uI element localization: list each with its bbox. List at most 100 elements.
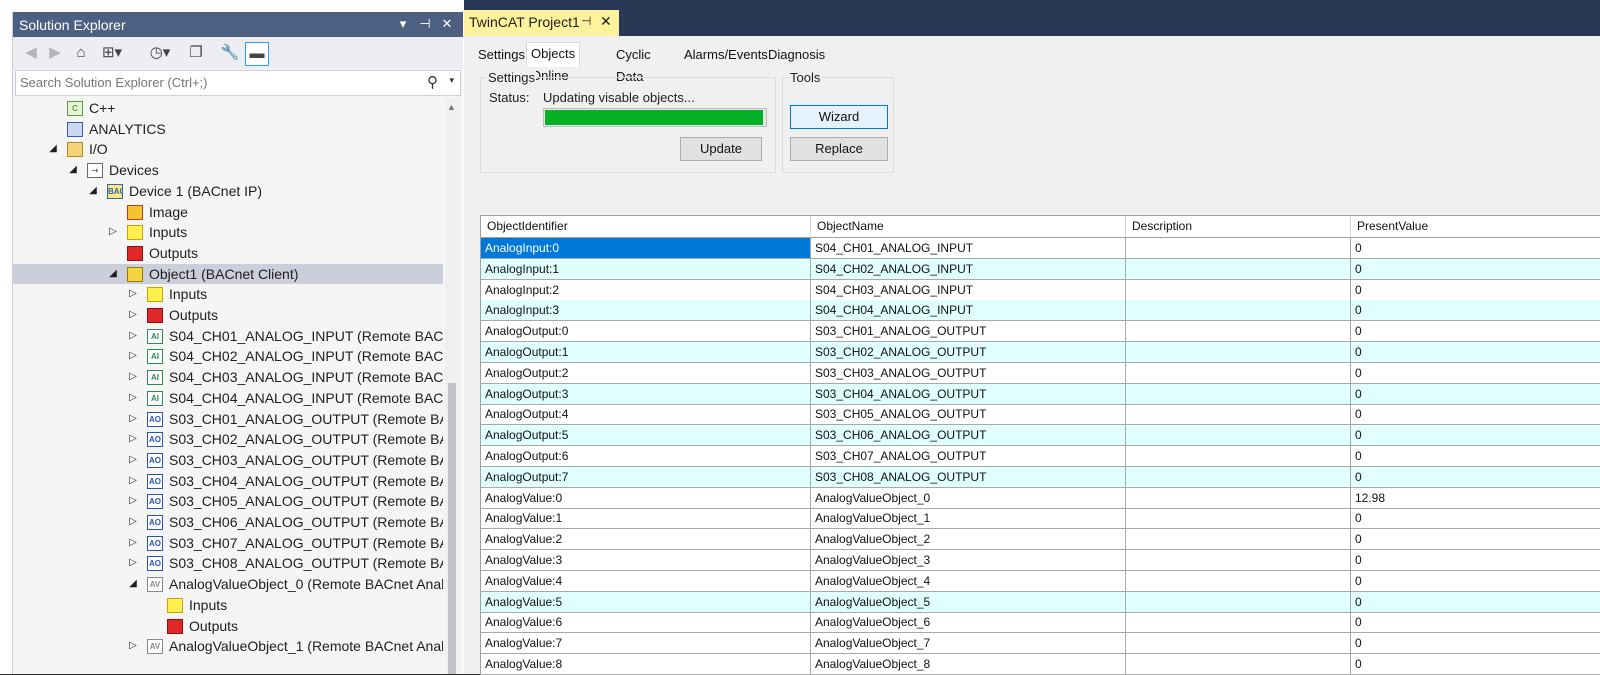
cell-objectname[interactable]: AnalogValueObject_8 (811, 654, 1126, 675)
cell-presentvalue[interactable]: 0 (1351, 633, 1600, 654)
tree-node[interactable]: ANALYTICS (13, 119, 443, 139)
tree-node[interactable]: ◢BACDevice 1 (BACnet IP) (13, 181, 443, 201)
back-arrow-icon[interactable]: ◀ (21, 42, 41, 64)
cell-presentvalue[interactable]: 0 (1351, 280, 1600, 301)
cell-objectidentifier[interactable]: AnalogValue:8 (481, 654, 811, 675)
tree-vertical-scrollbar[interactable]: ▲ (445, 98, 459, 674)
preview-selected-items-icon[interactable]: ▬ (245, 42, 269, 66)
cell-objectidentifier[interactable]: AnalogValue:6 (481, 612, 811, 633)
cell-objectname[interactable]: S03_CH06_ANALOG_OUTPUT (811, 425, 1126, 446)
cell-description[interactable] (1126, 321, 1351, 342)
cell-objectidentifier[interactable]: AnalogOutput:6 (481, 446, 811, 467)
cell-objectidentifier[interactable]: AnalogOutput:2 (481, 363, 811, 384)
cell-objectname[interactable]: S03_CH05_ANALOG_OUTPUT (811, 404, 1126, 425)
tree-node[interactable]: ▷AOS03_CH06_ANALOG_OUTPUT (Remote BACne (13, 512, 443, 532)
cell-presentvalue[interactable]: 0 (1351, 467, 1600, 488)
tab-diagnosis[interactable]: Diagnosis (764, 44, 829, 66)
tree-node[interactable]: ▷AIS04_CH02_ANALOG_INPUT (Remote BACnet … (13, 346, 443, 366)
cell-objectidentifier[interactable]: AnalogValue:1 (481, 508, 811, 529)
expand-arrow-icon[interactable]: ▷ (127, 491, 139, 511)
table-row[interactable]: AnalogOutput:4S03_CH05_ANALOG_OUTPUT0 (481, 404, 1600, 425)
replace-button[interactable]: Replace (790, 137, 888, 161)
search-icon[interactable]: ⚲ (427, 73, 438, 91)
pin-tab-icon[interactable]: ⊣ (581, 14, 591, 28)
expand-arrow-icon[interactable]: ▷ (127, 429, 139, 449)
cell-presentvalue[interactable]: 0 (1351, 300, 1600, 321)
table-row[interactable]: AnalogOutput:0S03_CH01_ANALOG_OUTPUT0 (481, 321, 1600, 342)
cell-description[interactable] (1126, 654, 1351, 675)
cell-objectname[interactable]: AnalogValueObject_1 (811, 508, 1126, 529)
cell-presentvalue[interactable]: 0 (1351, 571, 1600, 592)
cell-description[interactable] (1126, 404, 1351, 425)
column-header-objectname[interactable]: ObjectName (811, 216, 1126, 237)
wizard-button[interactable]: Wizard (790, 105, 888, 129)
cell-description[interactable] (1126, 529, 1351, 550)
cell-presentvalue[interactable]: 0 (1351, 508, 1600, 529)
tab-settings[interactable]: Settings (474, 44, 529, 66)
cell-objectname[interactable]: AnalogValueObject_5 (811, 592, 1126, 613)
window-position-dropdown-icon[interactable]: ▾ (395, 16, 411, 32)
cell-description[interactable] (1126, 300, 1351, 321)
table-row[interactable]: AnalogInput:3S04_CH04_ANALOG_INPUT0 (481, 300, 1600, 321)
tree-node[interactable]: ◢Object1 (BACnet Client) (13, 264, 443, 284)
cell-presentvalue[interactable]: 0 (1351, 654, 1600, 675)
forward-arrow-icon[interactable]: ▶ (45, 42, 65, 64)
cell-description[interactable] (1126, 508, 1351, 529)
cell-objectname[interactable]: AnalogValueObject_3 (811, 550, 1126, 571)
table-row[interactable]: AnalogValue:0AnalogValueObject_012.98 (481, 488, 1600, 509)
cell-objectidentifier[interactable]: AnalogInput:0 (481, 238, 811, 259)
tab-objects-online[interactable]: Objects Online (526, 42, 580, 67)
expand-arrow-icon[interactable]: ▷ (127, 305, 139, 325)
close-tab-icon[interactable]: ✕ (600, 13, 612, 30)
expand-arrow-icon[interactable]: ▷ (127, 388, 139, 408)
expand-arrow-icon[interactable]: ▷ (127, 450, 139, 470)
cell-presentvalue[interactable]: 0 (1351, 529, 1600, 550)
expand-arrow-icon[interactable]: ▷ (127, 284, 139, 304)
expand-arrow-icon[interactable]: ▷ (127, 409, 139, 429)
table-row[interactable]: AnalogOutput:7S03_CH08_ANALOG_OUTPUT0 (481, 467, 1600, 488)
cell-description[interactable] (1126, 488, 1351, 509)
expand-arrow-icon[interactable]: ▷ (127, 553, 139, 573)
column-header-description[interactable]: Description (1126, 216, 1351, 237)
cell-objectname[interactable]: S04_CH03_ANALOG_INPUT (811, 280, 1126, 301)
table-row[interactable]: AnalogOutput:6S03_CH07_ANALOG_OUTPUT0 (481, 446, 1600, 467)
cell-objectidentifier[interactable]: AnalogOutput:5 (481, 425, 811, 446)
table-row[interactable]: AnalogOutput:5S03_CH06_ANALOG_OUTPUT0 (481, 425, 1600, 446)
cell-presentvalue[interactable]: 0 (1351, 321, 1600, 342)
cell-objectidentifier[interactable]: AnalogValue:0 (481, 488, 811, 509)
cell-objectname[interactable]: AnalogValueObject_0 (811, 488, 1126, 509)
cell-objectname[interactable]: S03_CH07_ANALOG_OUTPUT (811, 446, 1126, 467)
collapse-arrow-icon[interactable]: ◢ (87, 181, 99, 201)
close-icon[interactable]: ✕ (439, 16, 455, 32)
tree-node[interactable]: ▷AIS04_CH03_ANALOG_INPUT (Remote BACnet … (13, 367, 443, 387)
cell-presentvalue[interactable]: 0 (1351, 363, 1600, 384)
cell-objectidentifier[interactable]: AnalogValue:4 (481, 571, 811, 592)
tree-node[interactable]: ▷AOS03_CH08_ANALOG_OUTPUT (Remote BACne (13, 553, 443, 573)
cell-objectname[interactable]: S03_CH02_ANALOG_OUTPUT (811, 342, 1126, 363)
scroll-up-icon[interactable]: ▲ (447, 102, 456, 112)
cell-presentvalue[interactable]: 0 (1351, 612, 1600, 633)
document-tab-twincat-project1[interactable]: TwinCAT Project1 ⊣ ✕ (464, 10, 619, 36)
tree-node[interactable]: Image (13, 202, 443, 222)
cell-description[interactable] (1126, 280, 1351, 301)
expand-arrow-icon[interactable]: ▷ (127, 326, 139, 346)
expand-arrow-icon[interactable]: ▷ (127, 471, 139, 491)
table-row[interactable]: AnalogOutput:2S03_CH03_ANALOG_OUTPUT0 (481, 363, 1600, 384)
table-row[interactable]: AnalogValue:7AnalogValueObject_70 (481, 633, 1600, 654)
table-row[interactable]: AnalogValue:3AnalogValueObject_30 (481, 550, 1600, 571)
expand-arrow-icon[interactable]: ▷ (127, 533, 139, 553)
expand-arrow-icon[interactable]: ▷ (127, 512, 139, 532)
cell-presentvalue[interactable]: 0 (1351, 592, 1600, 613)
tree-node[interactable]: Outputs (13, 616, 443, 636)
tree-node[interactable]: ▷AIS04_CH04_ANALOG_INPUT (Remote BACnet … (13, 388, 443, 408)
tree-node[interactable]: ▷AOS03_CH04_ANALOG_OUTPUT (Remote BACne (13, 471, 443, 491)
scrollbar-thumb[interactable] (448, 383, 456, 674)
cell-presentvalue[interactable]: 0 (1351, 384, 1600, 405)
tree-node[interactable]: ◢I/O (13, 139, 443, 159)
cell-objectidentifier[interactable]: AnalogValue:5 (481, 592, 811, 613)
cell-objectname[interactable]: AnalogValueObject_2 (811, 529, 1126, 550)
cell-description[interactable] (1126, 363, 1351, 384)
cell-objectname[interactable]: AnalogValueObject_7 (811, 633, 1126, 654)
search-options-dropdown-icon[interactable]: ▾ (449, 75, 454, 86)
table-row[interactable]: AnalogOutput:3S03_CH04_ANALOG_OUTPUT0 (481, 384, 1600, 405)
